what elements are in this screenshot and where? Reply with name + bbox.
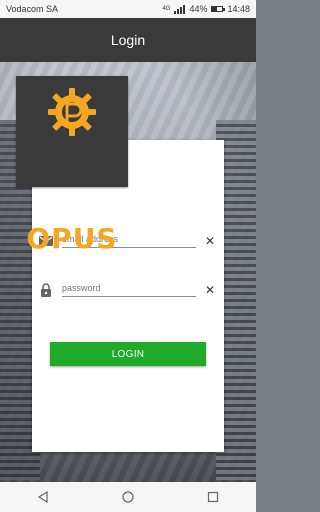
clear-password-icon[interactable]: ✕ <box>202 282 218 298</box>
logo-text: OPUS <box>26 222 118 255</box>
signal-icon <box>174 4 186 14</box>
opus-logo: OPUS <box>16 76 128 255</box>
home-icon[interactable] <box>113 482 143 512</box>
password-field[interactable] <box>62 283 196 297</box>
clear-email-icon[interactable]: ✕ <box>202 233 218 249</box>
status-bar: Vodacom SA 4G 44% 14:48 <box>0 0 256 18</box>
recent-apps-icon[interactable] <box>198 482 228 512</box>
back-icon[interactable] <box>28 482 58 512</box>
clock: 14:48 <box>227 4 250 14</box>
carrier-name: Vodacom SA <box>6 4 59 14</box>
navigation-bar <box>0 482 256 512</box>
battery-icon <box>211 6 226 12</box>
page-title: Login <box>110 32 146 48</box>
status-indicators: 4G 44% 14:48 <box>162 4 250 14</box>
login-button[interactable]: LOGIN <box>50 342 206 366</box>
network-type: 4G <box>162 6 171 12</box>
gear-icon <box>48 88 96 136</box>
password-row: ✕ <box>38 278 218 302</box>
lock-icon <box>38 282 54 298</box>
battery-percent: 44% <box>189 4 208 14</box>
battery-fill <box>212 7 217 11</box>
app-bar: Login <box>0 18 256 62</box>
